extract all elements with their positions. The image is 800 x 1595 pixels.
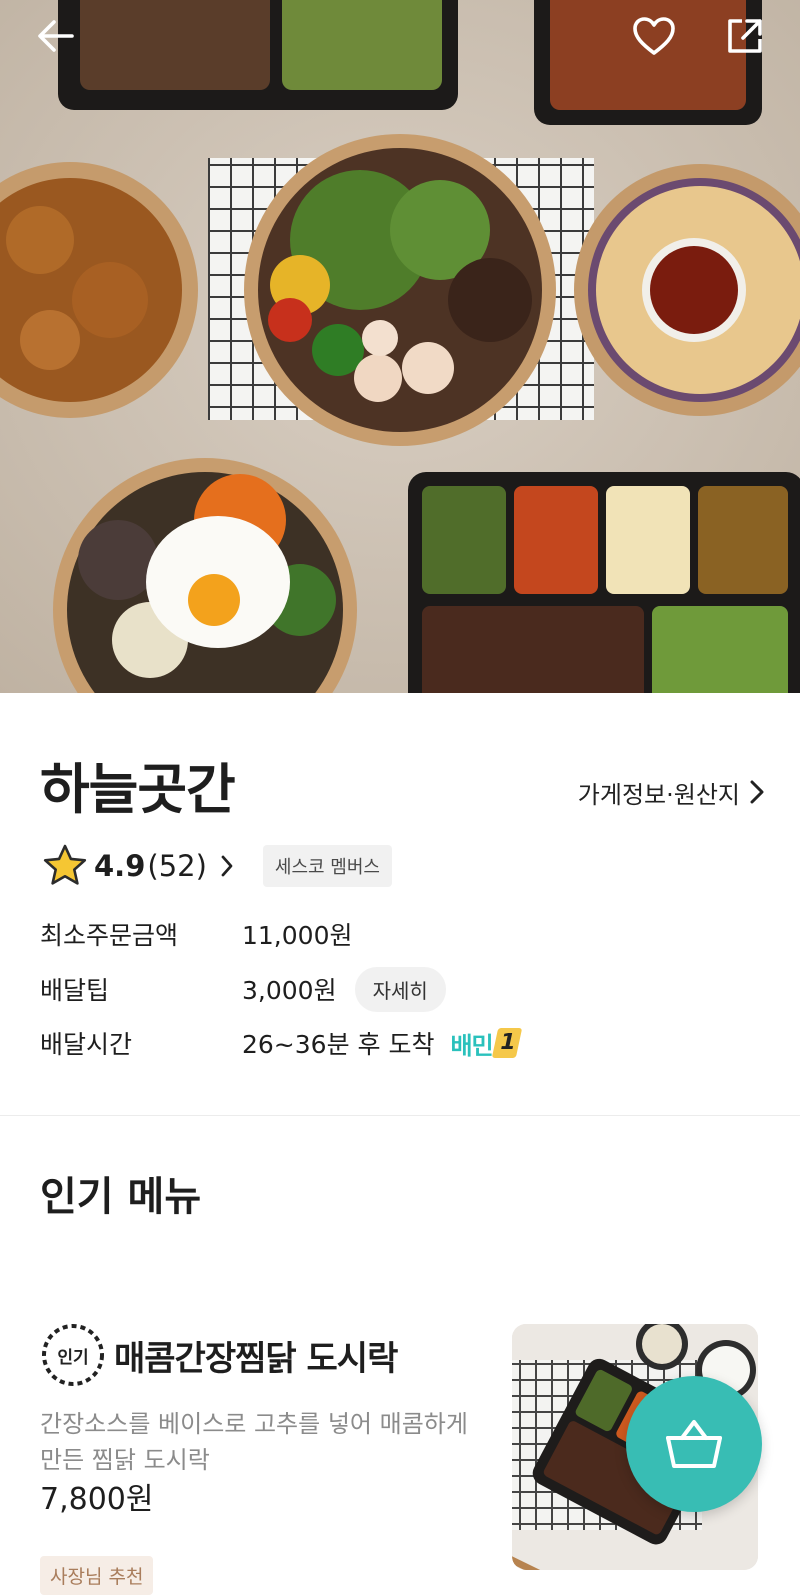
min-order-value: 11,000원 — [242, 921, 353, 950]
owner-recommend-tag: 사장님 추천 — [40, 1556, 154, 1595]
chevron-right-icon — [221, 855, 233, 877]
min-order-row: 최소주문금액 11,000원 — [40, 910, 740, 958]
baemin-one-logo: 배민 1 — [450, 1026, 522, 1061]
arrow-left-icon — [38, 20, 74, 52]
cesco-member-badge: 세스코 멤버스 — [262, 845, 392, 887]
delivery-tip-row: 배달팁 3,000원 자세히 — [40, 965, 740, 1013]
review-count: (52) — [147, 849, 207, 883]
delivery-time-value: 26~36분 후 도착 — [242, 1030, 435, 1059]
baemin-one-text: 배민 — [450, 1031, 493, 1060]
back-button[interactable] — [32, 12, 80, 60]
share-external-icon — [728, 19, 762, 53]
menu-item-price: 7,800원 — [40, 1482, 154, 1517]
heart-outline-icon — [633, 17, 675, 55]
menu-item-name: 매콤간장찜닭 도시락 — [114, 1338, 398, 1379]
section-divider — [0, 1115, 800, 1116]
popular-menu-title: 인기 메뉴 — [40, 1174, 202, 1220]
delivery-time-row: 배달시간 26~36분 후 도착 배민 1 — [40, 1019, 740, 1067]
delivery-tip-label: 배달팁 — [40, 976, 110, 1005]
rating-score: 4.9 — [94, 849, 146, 883]
chevron-right-icon — [750, 780, 764, 804]
menu-title-row: 인기 매콤간장찜닭 도시락 — [40, 1322, 398, 1388]
food-photo-illustration — [0, 0, 800, 693]
star-icon — [43, 844, 87, 885]
popular-badge: 인기 — [40, 1322, 106, 1388]
min-order-label: 최소주문금액 — [40, 921, 179, 950]
cart-button[interactable] — [626, 1376, 762, 1512]
popular-badge-label: 인기 — [57, 1347, 89, 1368]
favorite-button[interactable] — [630, 12, 678, 60]
baemin-one-number: 1 — [491, 1028, 522, 1058]
store-info-origin-label: 가게정보·원산지 — [577, 780, 740, 809]
menu-item-description: 간장소스를 베이스로 고추를 넣어 매콤하게 만든 찜닭 도시락 — [40, 1410, 468, 1474]
store-name: 하늘곳간 — [40, 758, 236, 821]
delivery-time-label: 배달시간 — [40, 1030, 133, 1059]
basket-icon — [666, 1420, 722, 1468]
rating-row: 4.9 (52) 세스코 멤버스 — [42, 840, 392, 892]
store-hero-photo — [0, 0, 800, 693]
share-button[interactable] — [721, 12, 769, 60]
store-info-origin-link[interactable]: 가게정보·원산지 — [578, 772, 764, 812]
delivery-tip-value: 3,000원 — [242, 976, 337, 1005]
reviews-link[interactable]: 4.9 (52) — [94, 849, 233, 883]
delivery-tip-detail-button[interactable]: 자세히 — [354, 966, 446, 1012]
